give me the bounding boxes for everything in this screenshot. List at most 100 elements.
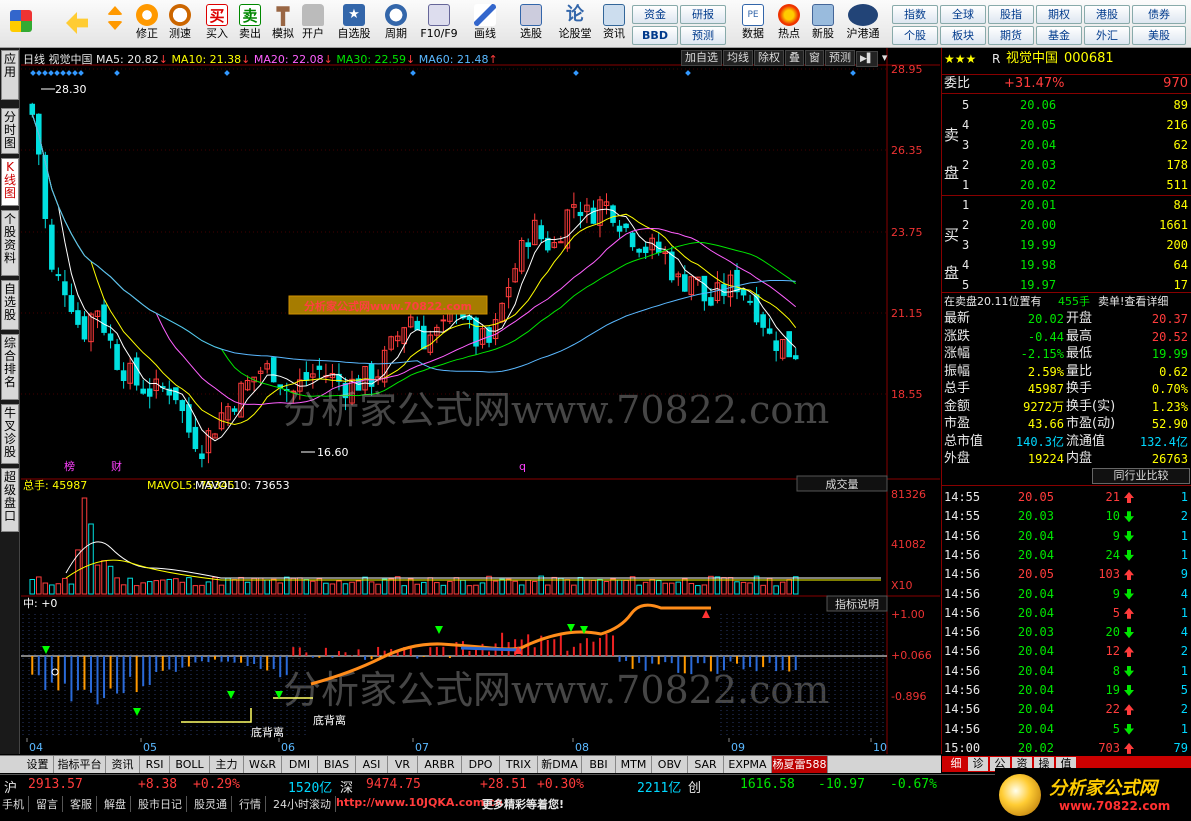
notice-link[interactable]: 卖单!查看详细 (1098, 293, 1168, 311)
ths-url[interactable]: http://www.10JQKA.com.cn (336, 796, 503, 809)
indicator-tab[interactable]: 资讯 (106, 756, 140, 773)
left-tab-5[interactable]: 综合排名 (1, 334, 19, 400)
speed-test-button[interactable]: 测速 (163, 2, 197, 46)
indicator-tab[interactable]: 杨夏雷588 (772, 756, 828, 773)
futures-button[interactable]: 期货 (988, 26, 1034, 45)
indicator-tab[interactable]: 设置 (22, 756, 54, 773)
watchlist-button[interactable]: ★ 自选股 (334, 2, 374, 46)
indicator-tab[interactable]: TRIX (500, 756, 538, 773)
indicator-tab[interactable]: BOLL (170, 756, 210, 773)
global-button[interactable]: 全球 (940, 5, 986, 24)
dropdown-arrow-icon[interactable]: ▾ (878, 51, 892, 64)
left-tab-0[interactable]: 应用 (1, 50, 19, 100)
forum-button[interactable]: 论论股堂 (556, 2, 594, 46)
kline-chart-area[interactable]: 28.95 26.35 23.75 21.15 18.55 28.30 16.60 分析家公式… (21, 48, 940, 754)
back-arrow-icon[interactable] (60, 2, 94, 46)
open-account-button[interactable]: 开户 (296, 2, 330, 46)
indicator-tab[interactable]: OBV (652, 756, 688, 773)
chart-tool-button[interactable]: 均线 (723, 50, 753, 66)
left-tab-1[interactable]: 分时图 (1, 108, 19, 154)
left-tab-6[interactable]: 牛叉诊股 (1, 404, 19, 464)
shhk-button[interactable]: 沪港通 (842, 2, 884, 46)
stock-button[interactable]: 个股 (892, 26, 938, 45)
detail-tab[interactable]: 诊 (968, 757, 988, 771)
chart-tool-button[interactable]: 除权 (754, 50, 784, 66)
pick-stock-button[interactable]: 选股 (512, 2, 550, 46)
sector-button[interactable]: 板块 (940, 26, 986, 45)
research-button[interactable]: 研报 (680, 5, 726, 24)
grid-app-icon[interactable] (4, 2, 38, 46)
left-tab-4[interactable]: 自选股 (1, 280, 19, 330)
service-link[interactable]: 解盘 (104, 796, 131, 812)
quote-label-2: 开盘 (1066, 311, 1093, 326)
service-link[interactable]: 行情 (239, 796, 266, 812)
hk-stock-button[interactable]: 港股 (1084, 5, 1130, 24)
f10-button[interactable]: F10/F9 (418, 2, 460, 46)
period-button[interactable]: 周期 (378, 2, 414, 46)
new-stock-button[interactable]: 新股 (806, 2, 840, 46)
service-link[interactable]: 24小时滚动 (273, 796, 336, 812)
draw-line-button[interactable]: 画线 (468, 2, 502, 46)
hot-button[interactable]: 热点 (772, 2, 806, 46)
left-tab-7[interactable]: 超级盘口 (1, 468, 19, 532)
volume-bar (682, 578, 688, 595)
volume-bar (460, 579, 466, 595)
up-down-icon[interactable] (100, 2, 130, 46)
indicator-tab[interactable]: W&R (244, 756, 282, 773)
indicator-tab[interactable]: BBI (582, 756, 616, 773)
indicator-tab[interactable]: ARBR (418, 756, 462, 773)
forecast-button[interactable]: 预测 (680, 26, 726, 45)
indicator-tab[interactable]: RSI (140, 756, 170, 773)
buy-button[interactable]: 买买入 (200, 2, 234, 46)
chart-tool-button[interactable]: 加自选 (681, 50, 722, 66)
options-button[interactable]: 期权 (1036, 5, 1082, 24)
detail-tab[interactable]: 细 (946, 757, 966, 771)
service-link[interactable]: 股灵通 (194, 796, 232, 812)
tick-price: 20.04 (1017, 721, 1054, 736)
stock-index-button[interactable]: 股指 (988, 5, 1034, 24)
chart-tool-button[interactable]: 窗 (805, 50, 824, 66)
indicator-tab[interactable]: EXPMA (724, 756, 772, 773)
left-tab-3[interactable]: 个股资料 (1, 210, 19, 276)
hot-label: 热点 (778, 27, 800, 40)
indicator-tab[interactable]: ASI (356, 756, 388, 773)
service-link[interactable]: 手机 (2, 796, 29, 812)
indicator-tab[interactable]: MTM (616, 756, 652, 773)
month-label: 04 (29, 741, 43, 754)
tick-row: 14:56 20.04 12 2 (942, 642, 1191, 661)
refresh-button[interactable]: 修正 (130, 2, 164, 46)
month-label: 10 (873, 741, 887, 754)
index-button[interactable]: 指数 (892, 5, 938, 24)
indicator-tab[interactable]: VR (388, 756, 418, 773)
service-link[interactable]: 留言 (36, 796, 63, 812)
news-button[interactable]: 资讯 (597, 2, 631, 46)
indicator-tab[interactable]: DMI (282, 756, 318, 773)
forex-button[interactable]: 外汇 (1084, 26, 1130, 45)
indicator-tab[interactable]: 新DMA (538, 756, 582, 773)
volume-bar (336, 580, 342, 595)
fund-button[interactable]: 资金 (632, 5, 678, 24)
vol-total-label: 总手: 45987 (23, 478, 87, 492)
more-text: 更多精彩等着您! (482, 798, 565, 811)
indicator-tab[interactable]: 指标平台 (54, 756, 106, 773)
indicator-tab[interactable]: DPO (462, 756, 500, 773)
expand-icon[interactable]: ▶▌ (856, 51, 878, 67)
chart-tool-button[interactable]: 叠 (785, 50, 804, 66)
us-stock-button[interactable]: 美股 (1132, 26, 1186, 45)
volume-bar (94, 564, 101, 595)
fund-market-button[interactable]: 基金 (1036, 26, 1082, 45)
data-button[interactable]: PE 数据 (736, 2, 770, 46)
industry-compare-button[interactable]: 同行业比较 (1092, 468, 1190, 484)
buy-level: 3 (962, 238, 970, 252)
bond-button[interactable]: 债券 (1132, 5, 1186, 24)
service-link[interactable]: 股市日记 (138, 796, 187, 812)
left-tab-2[interactable]: K线图 (1, 158, 19, 206)
sell-button[interactable]: 卖卖出 (233, 2, 267, 46)
bbd-button[interactable]: BBD (632, 26, 678, 45)
indicator-tab[interactable]: BIAS (318, 756, 356, 773)
service-link[interactable]: 客服 (70, 796, 97, 812)
simulate-button[interactable]: 模拟 (266, 2, 300, 46)
chart-tool-button[interactable]: 预测 (825, 50, 855, 66)
indicator-tab[interactable]: 主力 (210, 756, 244, 773)
indicator-tab[interactable]: SAR (688, 756, 724, 773)
